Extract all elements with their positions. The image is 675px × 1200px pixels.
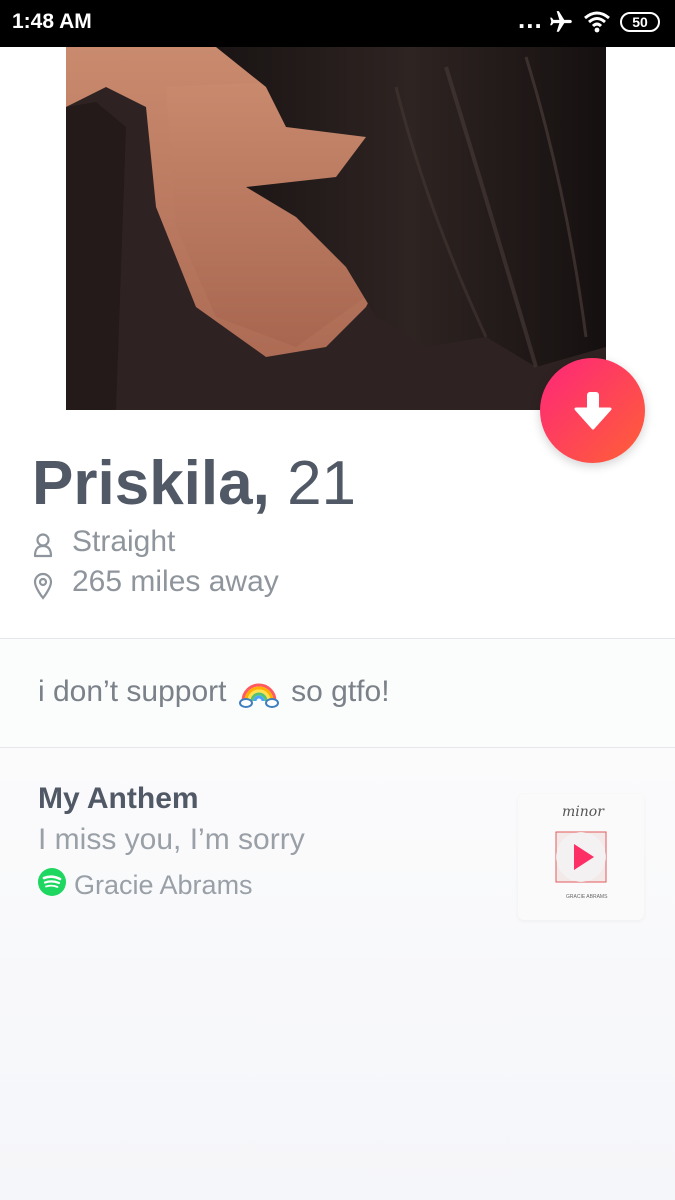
profile-photo-image [66, 47, 606, 410]
more-notifications-icon: ... [518, 4, 543, 34]
battery-indicator: 50 [620, 12, 660, 32]
collapse-profile-button[interactable] [540, 358, 645, 463]
anthem-artist: Gracie Abrams [74, 870, 253, 900]
album-cover[interactable]: minor GRACIE ABRAMS [518, 794, 644, 920]
anthem-section: My Anthem I miss you, I’m sorry Gracie A… [0, 748, 675, 1200]
distance-text: 265 miles away [72, 565, 279, 598]
bio-text-before: i don’t support [38, 675, 227, 708]
album-cover-credit: GRACIE ABRAMS [566, 894, 608, 900]
bio-section: i don’t support so gtfo! [0, 639, 675, 747]
profile-first-name: Priskila, [32, 449, 270, 518]
album-cover-title: minor [562, 804, 604, 820]
profile-name: Priskila, 21 [32, 448, 356, 519]
play-icon[interactable] [554, 830, 608, 884]
anthem-title: My Anthem [38, 782, 199, 815]
person-icon [33, 533, 53, 558]
orientation-row: Straight [32, 525, 432, 565]
status-bar: 1:48 AM ... 50 [0, 0, 675, 47]
wifi-icon [584, 11, 610, 33]
location-pin-icon [33, 572, 53, 600]
status-time: 1:48 AM [12, 10, 92, 33]
anthem-artist-row: Gracie Abrams [38, 868, 338, 902]
spotify-icon [38, 868, 66, 896]
orientation-text: Straight [72, 525, 176, 558]
airplane-mode-icon [550, 11, 572, 32]
bio-text-after: so gtfo! [291, 675, 390, 708]
profile-age: 21 [287, 449, 357, 518]
anthem-song: I miss you, I’m sorry [38, 823, 305, 856]
distance-row: 265 miles away [32, 565, 432, 605]
rainbow-emoji-icon [238, 683, 279, 708]
profile-photo[interactable] [66, 47, 606, 410]
arrow-down-icon [574, 392, 612, 430]
bio-text: i don’t support so gtfo! [38, 675, 390, 709]
